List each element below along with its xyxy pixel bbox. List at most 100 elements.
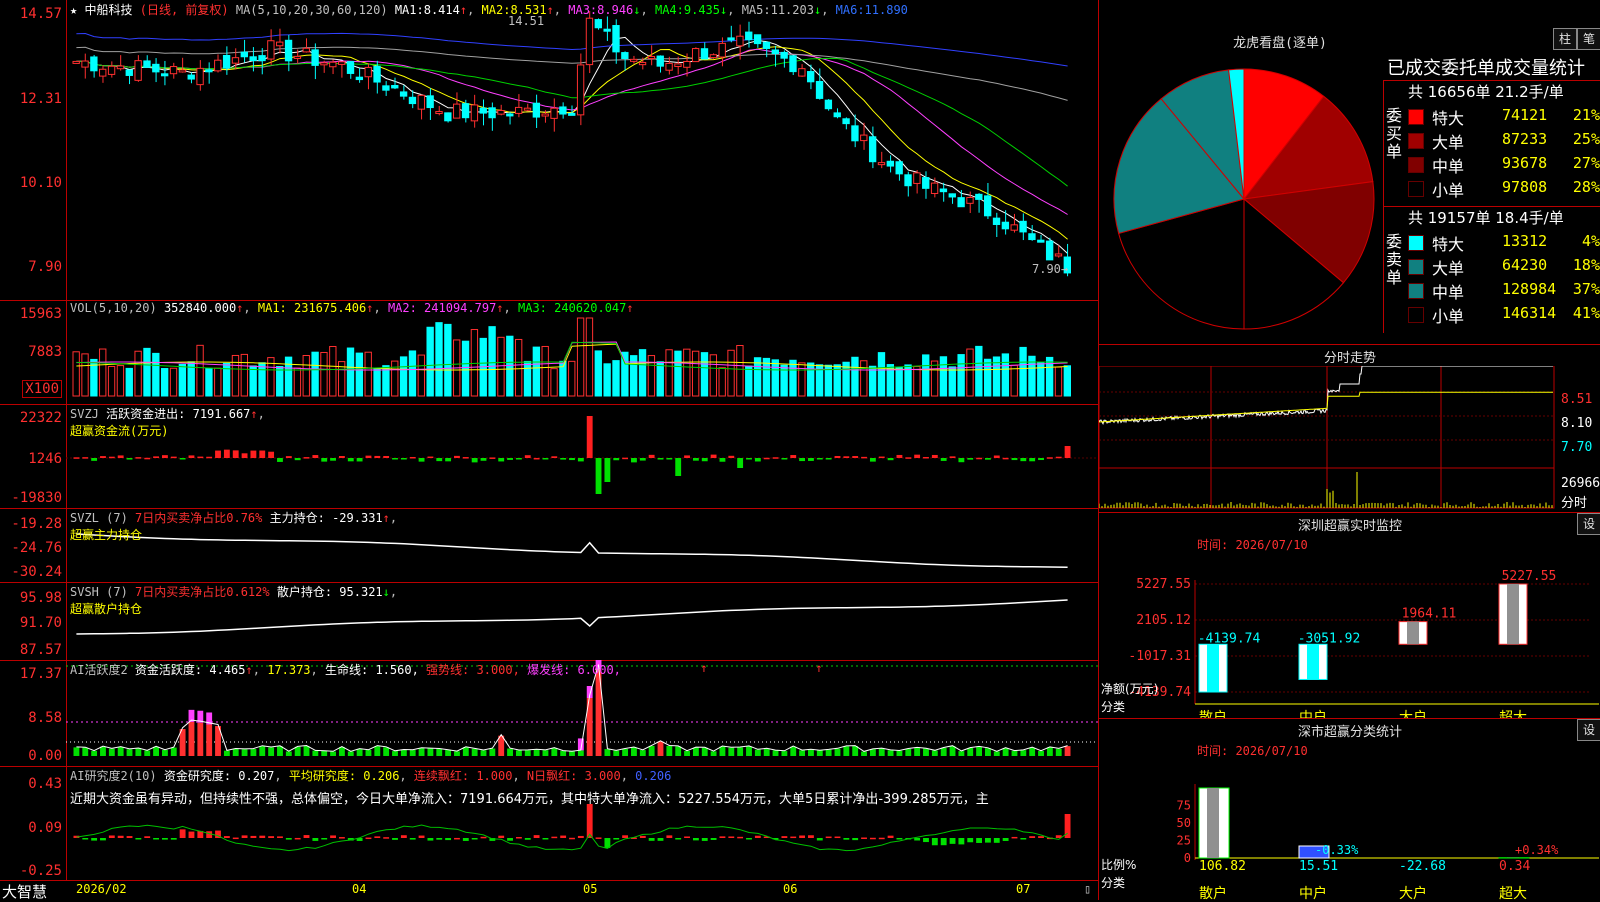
flow-bar	[250, 451, 256, 458]
candle-body	[542, 114, 548, 116]
activity-bar	[658, 742, 664, 757]
ai-research-panel[interactable]: 0.43 0.09 -0.25 AI研究度2(10) 资金研究度: 0.207,…	[0, 766, 1098, 881]
ai2-value-b: 17.373	[267, 663, 310, 677]
svsh-panel[interactable]: 95.98 91.70 87.57 SVSH (7) 7日内买卖净占比0.612…	[0, 582, 1098, 661]
flow-bar	[507, 458, 513, 460]
activity-bar	[631, 747, 637, 756]
candle-body	[569, 113, 575, 115]
volume-bar	[206, 368, 212, 396]
ai-activity-panel[interactable]: 17.37 8.58 0.00 ↑↑ AI活跃度2 资金活跃度: 4.465↑,…	[0, 660, 1098, 767]
flow-bar	[206, 457, 212, 459]
activity-bar	[295, 747, 301, 756]
activity-bar	[551, 748, 557, 756]
date-axis: 大智慧 2026/02 04 05 06 07 ▯	[0, 880, 1098, 900]
volume-bar	[347, 348, 353, 396]
activity-bar	[613, 751, 619, 756]
volume-bar	[577, 318, 583, 396]
flow-bar	[135, 457, 141, 459]
period-label[interactable]: (日线, 前复权)	[140, 3, 229, 17]
kline-plot[interactable]	[66, 0, 1098, 300]
candle-body	[338, 62, 344, 65]
star-icon[interactable]: ★	[70, 3, 77, 17]
kline-panel[interactable]: 14.57 12.31 10.10 7.90 ★ 中船科技 (日线, 前复权) …	[0, 0, 1098, 301]
legend-pct: 25%	[1573, 130, 1600, 148]
intraday-chart[interactable]	[1099, 366, 1559, 510]
research-bar	[755, 836, 761, 838]
legend-row: 中单9367827%	[1408, 153, 1600, 175]
activity-bar	[693, 748, 699, 756]
activity-bar	[764, 749, 770, 756]
vol-ma3: MA3: 240620.047	[518, 301, 626, 315]
research-bar	[109, 835, 115, 838]
research-bar	[189, 832, 195, 838]
bar-mode-button[interactable]: 柱	[1553, 28, 1577, 50]
candle-body	[684, 61, 690, 67]
svzj-panel[interactable]: 22322 1246 -19830 SVZJ 活跃资金进出: 7191.667↑…	[0, 404, 1098, 509]
activity-bar	[817, 751, 823, 756]
activity-bar	[861, 752, 867, 756]
volume-bar	[958, 355, 964, 396]
candle-body	[330, 62, 336, 67]
flow-bar	[649, 455, 655, 458]
activity-bar	[277, 746, 283, 756]
volume-plot[interactable]	[66, 300, 1098, 404]
candle-body	[188, 75, 194, 79]
legend-volume: 87233	[1502, 130, 1547, 148]
candle-body	[701, 49, 707, 59]
activity-bar	[427, 748, 433, 756]
activity-bar	[711, 751, 717, 756]
vol-ma2: MA2: 241094.797	[388, 301, 496, 315]
flow-bar	[622, 458, 628, 460]
candle-body	[232, 58, 238, 63]
flow-bar	[277, 458, 283, 462]
activity-bar	[958, 751, 964, 756]
classify-tick: 50	[1177, 816, 1191, 830]
flow-bar	[259, 451, 265, 458]
volume-bar	[595, 351, 601, 396]
intraday-section[interactable]: 分时走势 8.51 8.10 7.70 26966 分时	[1098, 344, 1600, 512]
flow-bar	[666, 458, 672, 460]
activity-bar	[162, 750, 168, 756]
activity-bar	[109, 749, 115, 756]
candle-body	[436, 112, 442, 114]
volume-bar	[728, 350, 734, 396]
research-bar	[144, 836, 150, 838]
volume-bar	[170, 368, 176, 396]
activity-bar	[366, 750, 372, 756]
activity-bar	[534, 749, 540, 756]
research-bar	[135, 838, 141, 840]
candle-body	[462, 104, 468, 118]
svzl-panel[interactable]: -19.28 -24.76 -30.24 SVZL (7) 7日内买卖净占比0.…	[0, 508, 1098, 583]
svzj-axis: 22322 1246 -19830	[0, 404, 67, 508]
activity-bar	[985, 748, 991, 756]
candle-body	[321, 63, 327, 65]
research-bar	[454, 838, 460, 840]
ma5-value: 11.203	[771, 3, 814, 17]
legend-row: 特大7412121%	[1408, 105, 1600, 127]
classify-section: 深市超赢分类统计 设 时间: 2026/07/10 7550250106.82散…	[1098, 718, 1600, 900]
candle-body	[144, 61, 150, 67]
volume-bar	[1002, 354, 1008, 396]
activity-bar	[489, 748, 495, 756]
svzj-header: SVZJ 活跃资金进出: 7191.667↑, 超赢资金流(万元)	[70, 405, 265, 439]
flow-bar	[826, 458, 832, 460]
candle-body	[383, 86, 389, 90]
volume-panel[interactable]: 15963 7883 X100 VOL(5,10,20) 352840.000↑…	[0, 300, 1098, 405]
activity-bar	[737, 747, 743, 756]
svzl-tick: -19.28	[11, 516, 62, 532]
svzj-tick: 1246	[28, 451, 62, 467]
flow-bar	[1056, 457, 1062, 459]
pen-mode-button[interactable]: 笔	[1577, 28, 1600, 50]
candle-body	[533, 103, 539, 117]
volume-bar	[409, 351, 415, 396]
flow-bar	[171, 457, 177, 459]
monitor-settings-button[interactable]: 设	[1577, 513, 1600, 535]
candle-body	[515, 107, 521, 113]
research-bar	[596, 837, 602, 839]
candle-body	[498, 110, 504, 114]
vol-ma1: MA1: 231675.406	[258, 301, 366, 315]
candle-body	[869, 137, 875, 162]
research-bar	[879, 838, 885, 840]
classify-chart: 7550250106.82散户-0.33%15.51中户-22.68大户+0.3…	[1099, 736, 1600, 900]
legend-row: 中单12898437%	[1408, 279, 1600, 301]
